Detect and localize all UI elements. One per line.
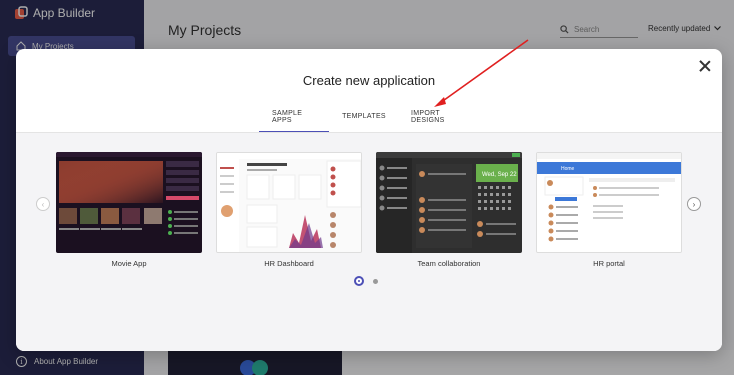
annotation-arrow-icon bbox=[434, 39, 529, 107]
